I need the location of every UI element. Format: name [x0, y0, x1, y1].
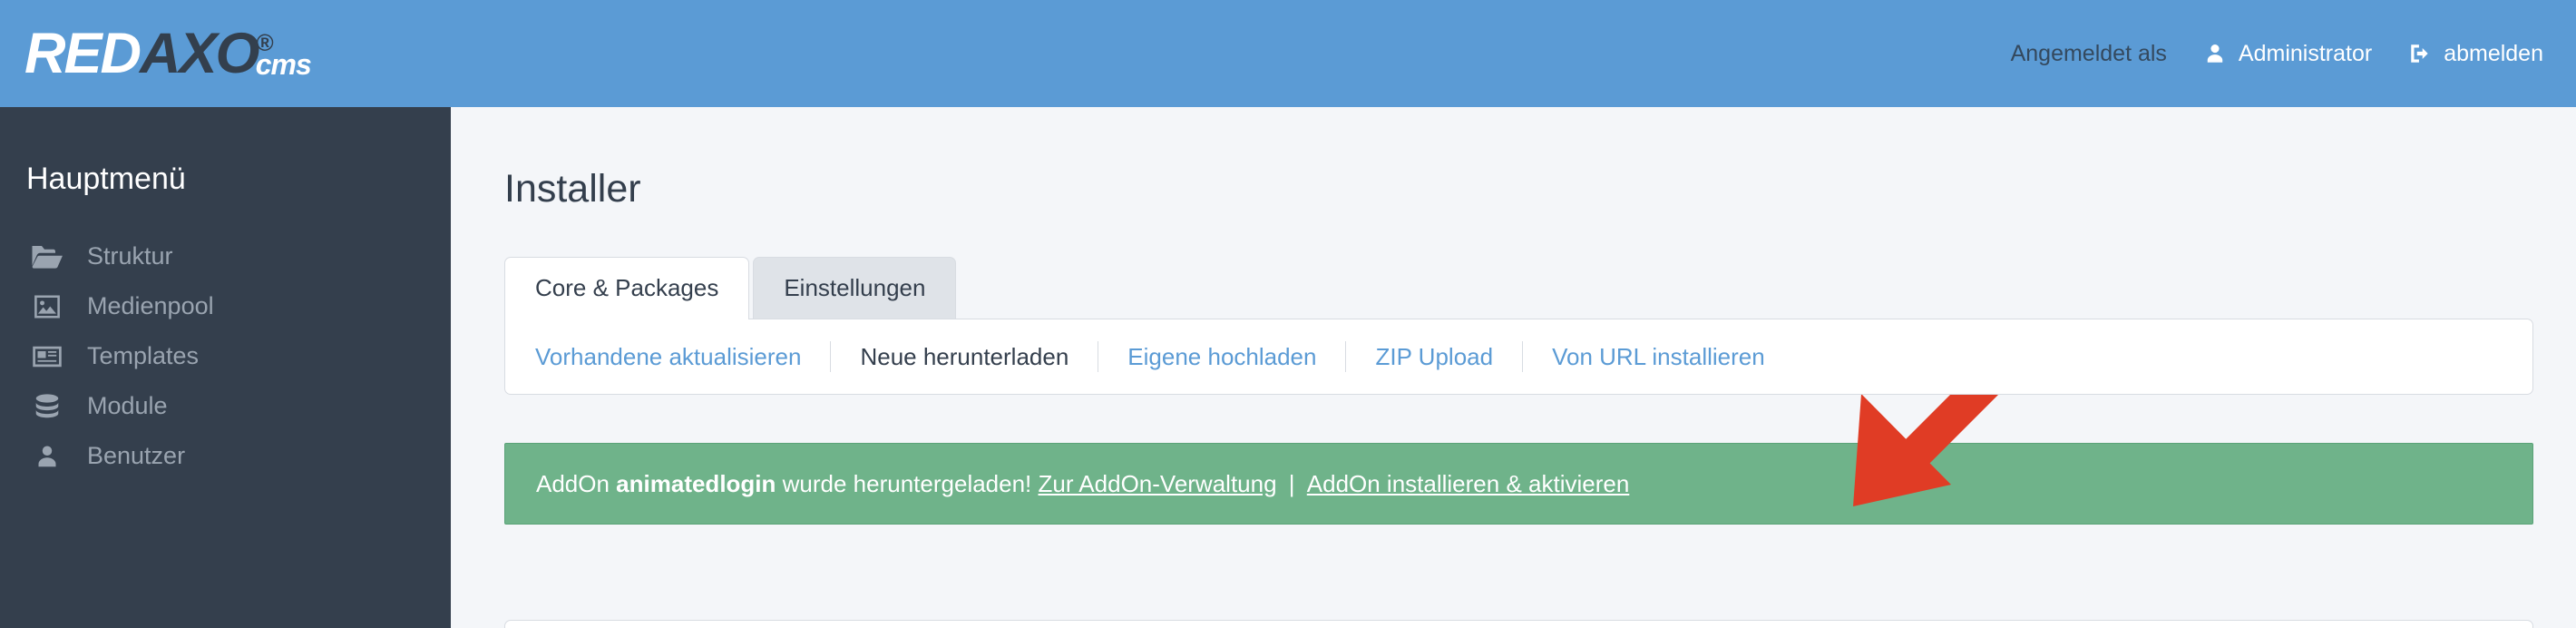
top-header: RED AXO ® cms Angemeldet als Administrat… — [0, 0, 2576, 107]
tab-label: Core & Packages — [535, 274, 719, 301]
alert-message: AddOn animatedlogin wurde heruntergelade… — [505, 470, 1629, 498]
alert-link-addon-installieren[interactable]: AddOn installieren & aktivieren — [1307, 470, 1630, 497]
alert-suffix: wurde heruntergeladen! — [776, 469, 1039, 497]
subnav-link-von-url-installieren[interactable]: Von URL installieren — [1523, 343, 1794, 371]
alert-prefix: AddOn — [536, 469, 617, 497]
user-icon — [2203, 42, 2227, 65]
header-right-group: Angemeldet als Administrator abmelden — [2011, 41, 2543, 67]
subnav-link-zip-upload[interactable]: ZIP Upload — [1346, 343, 1522, 371]
subnav-link-vorhandene-aktualisieren[interactable]: Vorhandene aktualisieren — [535, 343, 830, 371]
subnav-panel: Vorhandene aktualisieren Neue herunterla… — [504, 319, 2533, 395]
sidebar-item-label: Module — [87, 392, 168, 419]
sign-out-icon — [2408, 42, 2432, 65]
sidebar-title: Hauptmenü — [26, 162, 186, 196]
sidebar-item-label: Medienpool — [87, 292, 214, 319]
tab-bar: Core & Packages Einstellungen — [504, 257, 2576, 319]
sidebar-item-label: Benutzer — [87, 442, 186, 469]
sidebar-item-medienpool[interactable]: Medienpool — [0, 281, 451, 331]
logo-axo-text: AXO — [140, 22, 260, 85]
subnav-link-neue-herunterladen[interactable]: Neue herunterladen — [831, 343, 1098, 371]
page-title: Installer — [504, 167, 641, 211]
sidebar: Hauptmenü Struktur Medienpool Templates — [0, 107, 451, 628]
main-content: Installer Core & Packages Einstellungen … — [451, 107, 2576, 628]
user-icon — [31, 443, 63, 470]
sidebar-item-benutzer[interactable]: Benutzer — [0, 431, 451, 481]
tab-core-and-packages[interactable]: Core & Packages — [504, 257, 750, 319]
user-name: Administrator — [2238, 40, 2373, 66]
sidebar-item-module[interactable]: Module — [0, 381, 451, 431]
subnav-links: Vorhandene aktualisieren Neue herunterla… — [505, 341, 1794, 372]
logo-red-text: RED — [24, 22, 141, 85]
sidebar-item-struktur[interactable]: Struktur — [0, 231, 451, 281]
alert-addon-name: animatedlogin — [616, 469, 776, 497]
tab-label: Einstellungen — [784, 274, 926, 301]
logged-in-text: Angemeldet als — [2010, 40, 2167, 66]
tab-einstellungen[interactable]: Einstellungen — [753, 257, 957, 319]
subnav-link-eigene-hochladen[interactable]: Eigene hochladen — [1098, 343, 1345, 371]
user-menu[interactable]: Administrator — [2203, 41, 2372, 67]
folder-open-icon — [31, 243, 63, 270]
redaxo-logo[interactable]: RED AXO ® cms — [24, 21, 331, 86]
logout-button[interactable]: abmelden — [2408, 41, 2543, 67]
image-icon — [31, 293, 63, 320]
alert-link-addon-verwaltung[interactable]: Zur AddOn-Verwaltung — [1039, 470, 1277, 497]
newspaper-icon — [31, 343, 63, 370]
logged-in-label: Angemeldet als — [2011, 41, 2167, 67]
sidebar-item-label: Struktur — [87, 242, 173, 270]
bottom-panel — [504, 620, 2533, 628]
sidebar-nav: Struktur Medienpool Templates Module Ben… — [0, 231, 451, 481]
success-alert: AddOn animatedlogin wurde heruntergelade… — [504, 443, 2533, 525]
database-icon — [31, 393, 63, 420]
logout-label: abmelden — [2444, 40, 2543, 66]
logo-cms-text: cms — [255, 48, 312, 81]
alert-link-separator: | — [1282, 469, 1302, 497]
sidebar-item-label: Templates — [87, 342, 200, 369]
app-root: RED AXO ® cms Angemeldet als Administrat… — [0, 0, 2576, 628]
sidebar-item-templates[interactable]: Templates — [0, 331, 451, 381]
